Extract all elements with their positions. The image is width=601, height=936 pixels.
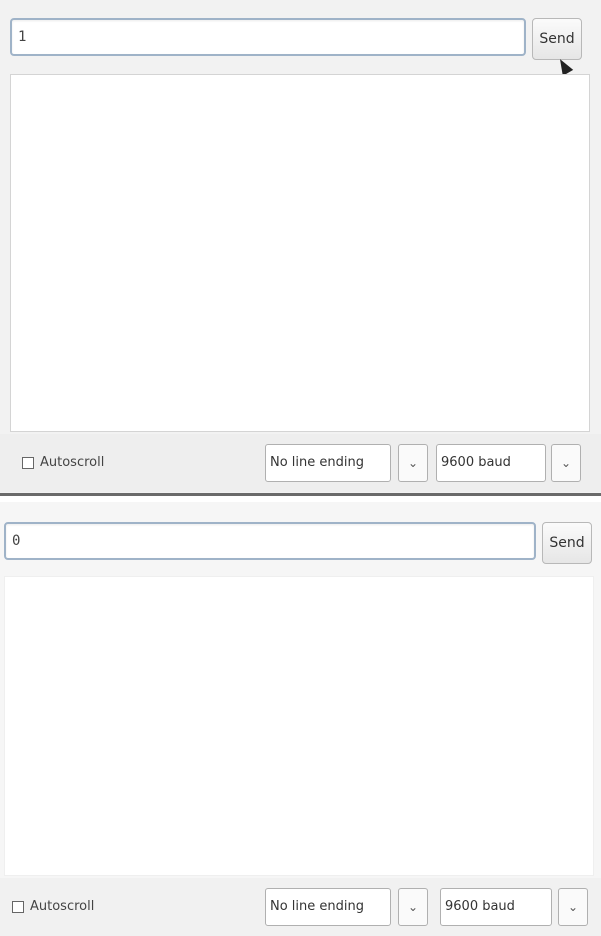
- line-ending-select[interactable]: No line ending: [265, 888, 391, 926]
- line-ending-select[interactable]: No line ending: [265, 444, 391, 482]
- serial-input-value: 1: [18, 29, 27, 45]
- line-ending-dropdown-arrow[interactable]: ⌄: [398, 888, 428, 926]
- send-button-label: Send: [539, 31, 575, 47]
- bottom-toolbar: Autoscroll No line ending ⌄ 9600 baud ⌄: [0, 878, 601, 936]
- baud-rate-dropdown-arrow[interactable]: ⌄: [551, 444, 581, 482]
- line-ending-dropdown-arrow[interactable]: ⌄: [398, 444, 428, 482]
- chevron-down-icon: ⌄: [567, 900, 579, 914]
- autoscroll-label: Autoscroll: [30, 899, 95, 914]
- autoscroll-toggle[interactable]: Autoscroll: [22, 454, 104, 472]
- autoscroll-toggle[interactable]: Autoscroll: [12, 898, 94, 916]
- baud-rate-value: 9600 baud: [441, 455, 511, 470]
- serial-monitor-window-1: 1 Send Autoscroll No line ending ⌄ 9600 …: [0, 0, 601, 496]
- send-button-label: Send: [549, 535, 585, 551]
- autoscroll-checkbox[interactable]: [22, 457, 34, 469]
- chevron-down-icon: ⌄: [407, 456, 419, 470]
- serial-output-area[interactable]: [4, 576, 594, 876]
- serial-output-area[interactable]: [10, 74, 590, 432]
- chevron-down-icon: ⌄: [407, 900, 419, 914]
- chevron-down-icon: ⌄: [560, 456, 572, 470]
- autoscroll-label: Autoscroll: [40, 455, 105, 470]
- baud-rate-dropdown-arrow[interactable]: ⌄: [558, 888, 588, 926]
- baud-rate-select[interactable]: 9600 baud: [436, 444, 546, 482]
- send-button[interactable]: Send: [542, 522, 592, 564]
- serial-monitor-window-2: 0 Send Autoscroll No line ending ⌄ 9600 …: [0, 502, 601, 936]
- baud-rate-select[interactable]: 9600 baud: [440, 888, 552, 926]
- bottom-toolbar: Autoscroll No line ending ⌄ 9600 baud ⌄: [0, 434, 601, 492]
- line-ending-value: No line ending: [270, 899, 364, 914]
- serial-input-field[interactable]: 0: [4, 522, 536, 560]
- baud-rate-value: 9600 baud: [445, 899, 515, 914]
- line-ending-value: No line ending: [270, 455, 364, 470]
- serial-input-value: 0: [12, 533, 21, 549]
- autoscroll-checkbox[interactable]: [12, 901, 24, 913]
- serial-input-field[interactable]: 1: [10, 18, 526, 56]
- send-button[interactable]: Send: [532, 18, 582, 60]
